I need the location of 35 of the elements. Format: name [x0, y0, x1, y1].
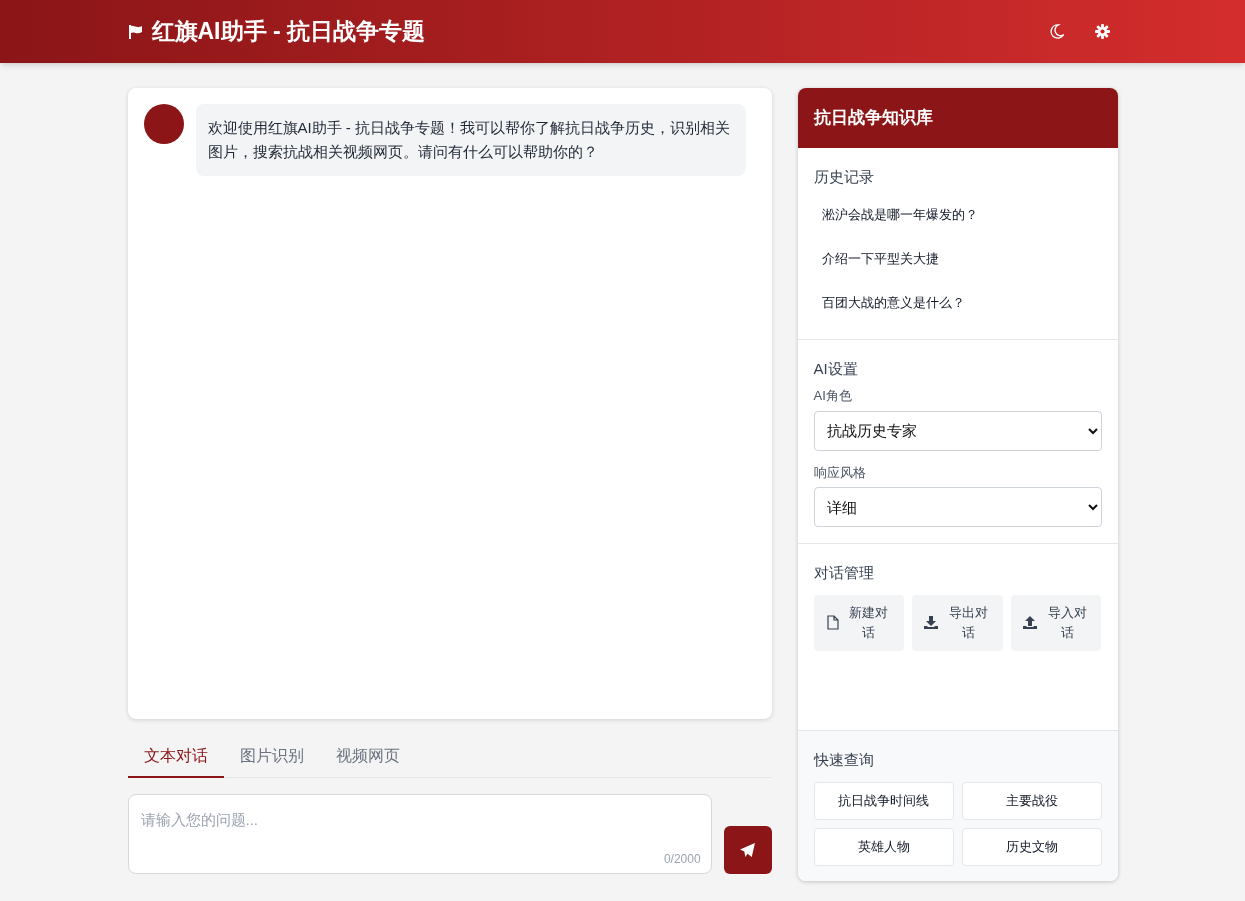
- app-title: 红旗AI助手 - 抗日战争专题: [151, 17, 425, 47]
- history-item[interactable]: 百团大战的意义是什么？: [813, 280, 1102, 325]
- moon-icon: [1049, 24, 1064, 39]
- section-heading: 对话管理: [813, 563, 875, 583]
- flag-icon: [127, 24, 144, 39]
- history-item[interactable]: 淞沪会战是哪一年爆发的？: [813, 192, 1102, 237]
- upload-icon: [1023, 616, 1038, 629]
- settings-button[interactable]: [1093, 22, 1112, 41]
- manage-button[interactable]: 新建对话: [813, 594, 905, 651]
- manage-button[interactable]: 导出对话: [912, 594, 1003, 651]
- section-heading: 历史记录: [813, 167, 875, 187]
- download-icon: [924, 616, 939, 629]
- dropdown[interactable]: 抗战历史专家: [813, 410, 1102, 451]
- tab[interactable]: 图片识别: [223, 736, 320, 778]
- sidebar-title: 抗日战争知识库: [813, 107, 933, 130]
- tab[interactable]: 文本对话: [127, 736, 224, 778]
- send-button[interactable]: [723, 826, 772, 874]
- document-icon: [826, 615, 839, 630]
- section-heading: 快速查询: [813, 750, 875, 770]
- tab[interactable]: 视频网页: [319, 736, 416, 778]
- dark-mode-button[interactable]: [1047, 22, 1066, 41]
- quick-query-button[interactable]: 英雄人物: [813, 827, 954, 866]
- send-icon: [739, 841, 757, 859]
- quick-query-button[interactable]: 历史文物: [961, 827, 1102, 866]
- manage-button[interactable]: 导入对话: [1010, 594, 1102, 651]
- field-label: 响应风格: [813, 463, 867, 482]
- message-bubble: 欢迎使用红旗AI助手 - 抗日战争专题！我可以帮你了解抗日战争历史，识别相关图片，搜索抗战相关视频网页。请问有什么可以帮助你的？: [195, 104, 746, 176]
- section-heading: AI设置: [813, 358, 859, 379]
- character-counter: 0/2000: [663, 851, 701, 868]
- history-item[interactable]: 介绍一下平型关大捷: [813, 236, 1102, 281]
- quick-query-button[interactable]: 抗日战争时间线: [813, 781, 954, 820]
- settings-icon: [1095, 24, 1110, 39]
- field-label: AI角色: [813, 387, 853, 405]
- dropdown[interactable]: 详细: [813, 487, 1102, 527]
- quick-query-button[interactable]: 主要战役: [961, 781, 1102, 820]
